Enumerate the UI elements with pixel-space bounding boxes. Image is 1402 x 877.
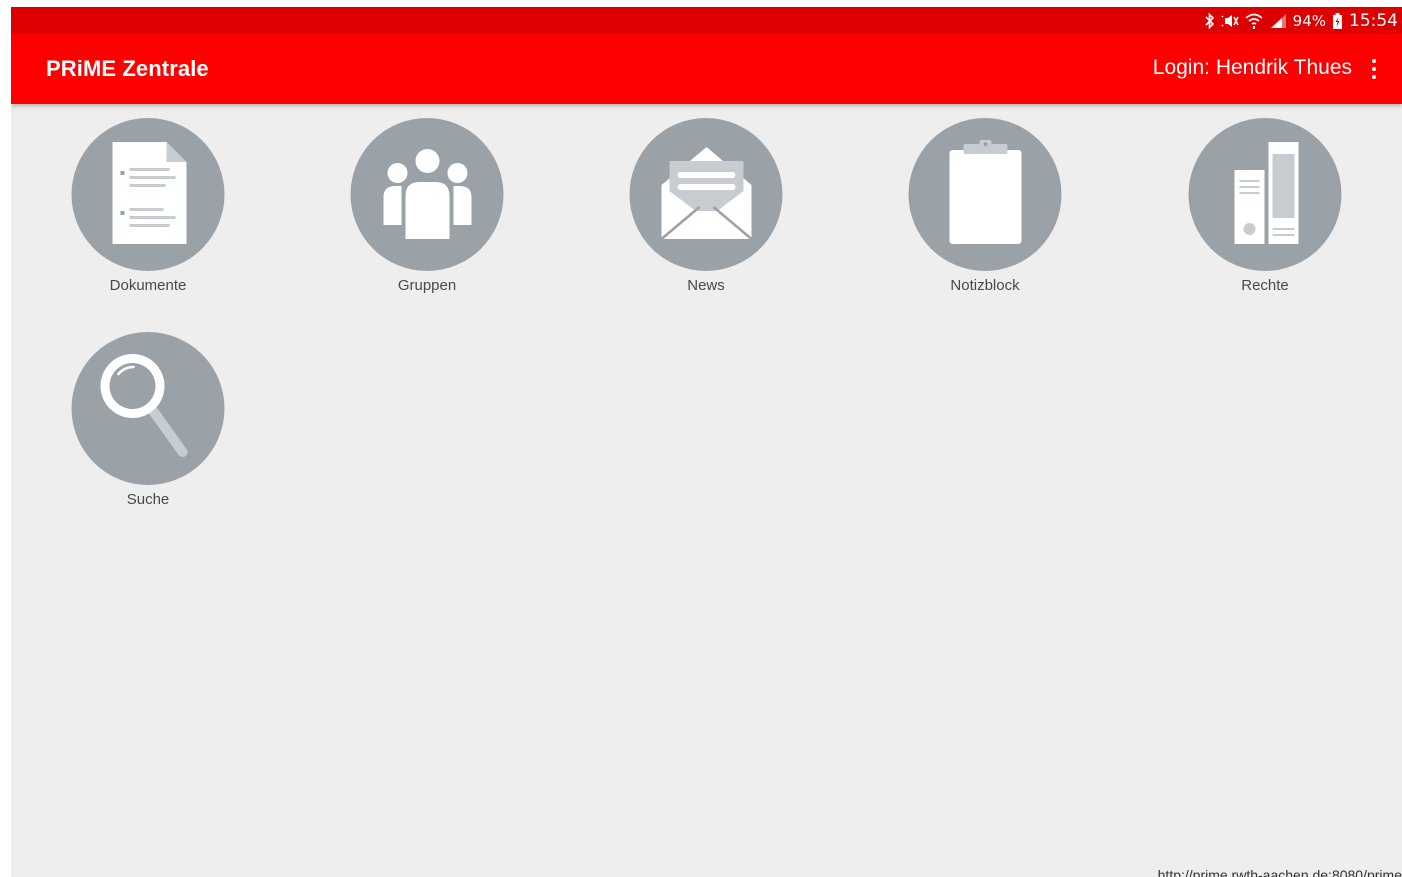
tile-gruppen[interactable]: Gruppen <box>327 104 527 304</box>
app-screen: 94% 15:54 PRiME Zentrale Login: Hendrik … <box>11 7 1402 877</box>
documents-icon <box>108 140 188 250</box>
battery-percent: 94% <box>1292 12 1326 30</box>
magnifier-icon <box>98 352 198 466</box>
login-label[interactable]: Login: Hendrik Thues <box>1153 56 1352 80</box>
wifi-icon <box>1245 13 1263 29</box>
app-title: PRiME Zentrale <box>46 56 209 81</box>
app-bar: PRiME Zentrale Login: Hendrik Thues <box>11 34 1402 104</box>
tile-news[interactable]: News <box>606 104 806 304</box>
signal-icon <box>1269 13 1287 29</box>
overflow-menu-icon[interactable] <box>1364 54 1384 84</box>
binders-icon <box>1232 140 1298 250</box>
clipboard-icon <box>947 139 1023 250</box>
tile-suche[interactable]: Suche <box>48 318 248 518</box>
tile-rechte[interactable]: Rechte <box>1165 104 1365 304</box>
tile-notizblock[interactable]: Notizblock <box>885 104 1085 304</box>
envelope-icon <box>659 145 753 245</box>
status-time: 15:54 <box>1349 11 1398 31</box>
tile-label: Rechte <box>1241 277 1289 294</box>
tile-label: Suche <box>126 491 170 508</box>
status-icons: 94% 15:54 <box>1205 10 1398 32</box>
bluetooth-icon <box>1205 13 1215 29</box>
status-bar: 94% 15:54 <box>11 7 1402 34</box>
tile-label: Dokumente <box>109 277 187 294</box>
status-url: http://prime.rwth-aachen.de:8080/prime <box>1157 867 1402 877</box>
tile-label: News <box>687 277 725 294</box>
tile-label: Gruppen <box>397 277 457 294</box>
tile-dokumente[interactable]: Dokumente <box>48 104 248 304</box>
tile-label: Notizblock <box>950 277 1020 294</box>
mute-icon <box>1221 13 1239 29</box>
battery-icon <box>1332 13 1343 29</box>
groups-icon <box>381 145 473 245</box>
